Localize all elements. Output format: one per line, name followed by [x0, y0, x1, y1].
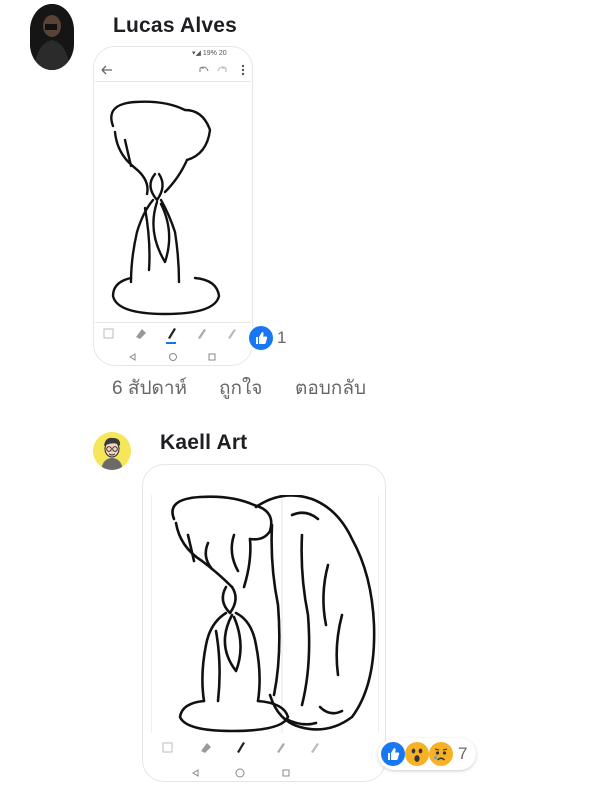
selected-tool-underline: [166, 342, 176, 344]
drawing-canvas: [95, 81, 251, 323]
back-arrow-icon[interactable]: [101, 65, 112, 75]
comment-timestamp[interactable]: 6 สัปดาห์: [112, 373, 187, 403]
sketch-drawing-1: [110, 100, 221, 316]
brush-icon[interactable]: [228, 329, 236, 339]
redo-icon[interactable]: [217, 66, 227, 72]
like-reaction-icon[interactable]: [247, 324, 275, 352]
wow-reaction-icon: [405, 742, 429, 766]
comment-image-attachment[interactable]: [142, 464, 386, 782]
comment-image-attachment[interactable]: ▾◢ 19% 20: [93, 46, 253, 366]
brush-icon[interactable]: [311, 743, 319, 753]
sketch-drawing-2: [171, 494, 376, 733]
reply-link[interactable]: ตอบกลับ: [295, 373, 366, 403]
layer-icon[interactable]: [162, 742, 173, 753]
like-link[interactable]: ถูกใจ: [219, 373, 262, 403]
drawing-tools-bar: [162, 742, 319, 778]
undo-icon[interactable]: [199, 66, 209, 72]
nav-home-icon[interactable]: [235, 768, 245, 778]
status-bar-text: 19% 20: [202, 50, 227, 57]
pencil-icon[interactable]: [277, 743, 285, 753]
nav-recents-icon[interactable]: [282, 769, 290, 777]
comment-author-name[interactable]: Kaell Art: [160, 431, 247, 455]
drawing-canvas: [151, 494, 379, 733]
avatar-lucas-alves[interactable]: [30, 4, 74, 70]
nav-back-icon[interactable]: [192, 769, 199, 777]
drawing-tools-bar: [103, 328, 236, 361]
eraser-icon[interactable]: [201, 743, 211, 753]
eraser-icon[interactable]: [136, 329, 146, 339]
more-icon[interactable]: [241, 64, 245, 76]
avatar-kaell-art[interactable]: [93, 432, 131, 470]
drawing-app-toolbar: [101, 64, 245, 76]
phone-status-bar: ▾◢ 19% 20: [192, 49, 227, 57]
nav-back-icon[interactable]: [129, 353, 136, 361]
reaction-count: 7: [458, 744, 468, 763]
pen-icon[interactable]: [168, 328, 176, 339]
comment-author-name[interactable]: Lucas Alves: [113, 14, 237, 38]
nav-home-icon[interactable]: [169, 353, 177, 361]
like-reaction-icon: [381, 742, 405, 766]
pen-icon[interactable]: [237, 742, 245, 753]
reaction-summary[interactable]: 7: [378, 738, 476, 770]
sad-reaction-icon: [429, 742, 453, 766]
reaction-count[interactable]: 1: [277, 328, 286, 348]
pencil-icon[interactable]: [198, 329, 206, 339]
signal-icon: ▾◢: [192, 50, 201, 57]
nav-recents-icon[interactable]: [208, 353, 216, 361]
layer-icon[interactable]: [103, 328, 114, 339]
